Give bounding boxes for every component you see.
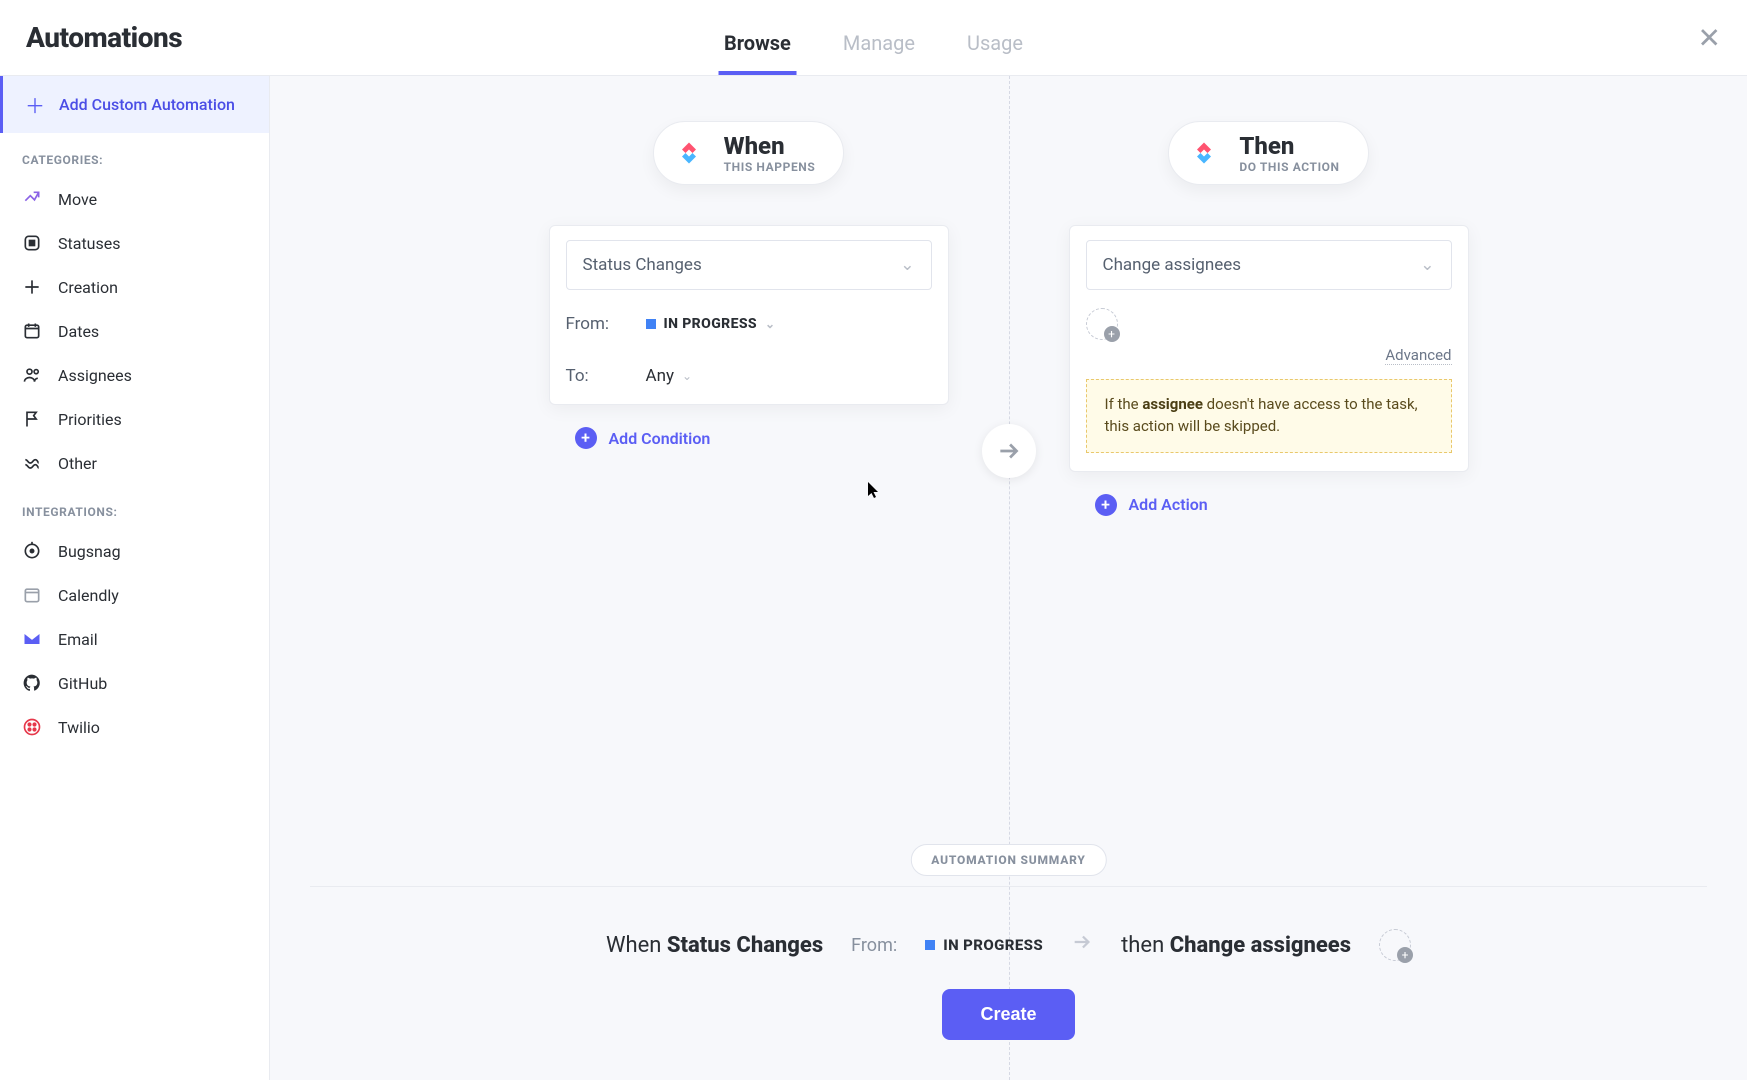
then-card: Change assignees ⌄ Advanced If the assig… — [1069, 225, 1469, 472]
twilio-icon — [22, 717, 42, 737]
dates-icon — [22, 321, 42, 341]
tab-browse[interactable]: Browse — [718, 31, 797, 75]
from-status-select[interactable]: IN PROGRESS ⌄ — [646, 316, 776, 332]
when-title: When — [724, 132, 816, 160]
summary-from-value: IN PROGRESS — [943, 936, 1043, 954]
when-column: When THIS HAPPENS Status Changes ⌄ From:… — [549, 121, 949, 449]
status-color-swatch — [925, 940, 935, 950]
sidebar-item-twilio[interactable]: Twilio — [0, 705, 269, 749]
from-status-value: IN PROGRESS — [664, 316, 758, 332]
create-button[interactable]: Create — [942, 989, 1074, 1040]
to-label: To: — [566, 366, 618, 386]
move-icon — [22, 189, 42, 209]
summary-when-word: When — [606, 933, 661, 958]
add-action-label: Add Action — [1129, 495, 1208, 514]
sidebar-item-label: Email — [58, 630, 98, 649]
advanced-link[interactable]: Advanced — [1385, 346, 1451, 365]
add-custom-label: Add Custom Automation — [59, 95, 235, 114]
summary-action: Change assignees — [1170, 933, 1351, 958]
when-subtitle: THIS HAPPENS — [724, 160, 816, 174]
trigger-select[interactable]: Status Changes ⌄ — [566, 240, 932, 290]
arrow-right-icon — [1071, 931, 1093, 959]
automation-summary: AUTOMATION SUMMARY When Status Changes F… — [270, 862, 1747, 1080]
sidebar-item-label: Dates — [58, 322, 99, 341]
plus-circle-icon: + — [575, 427, 597, 449]
plus-icon: ＋ — [25, 90, 45, 119]
sidebar-item-email[interactable]: Email — [0, 617, 269, 661]
sidebar-item-assignees[interactable]: Assignees — [0, 353, 269, 397]
summary-label: AUTOMATION SUMMARY — [910, 844, 1106, 876]
sidebar-item-statuses[interactable]: Statuses — [0, 221, 269, 265]
to-status-select[interactable]: Any ⌄ — [646, 366, 693, 386]
calendly-icon — [22, 585, 42, 605]
then-title: Then — [1239, 132, 1339, 160]
sidebar-item-bugsnag[interactable]: Bugsnag — [0, 529, 269, 573]
sidebar-item-move[interactable]: Move — [0, 177, 269, 221]
add-action-button[interactable]: + Add Action — [1069, 494, 1208, 516]
sidebar-item-label: GitHub — [58, 674, 107, 693]
sidebar-item-label: Move — [58, 190, 97, 209]
sidebar-item-github[interactable]: GitHub — [0, 661, 269, 705]
sidebar-item-label: Creation — [58, 278, 118, 297]
automation-builder: When THIS HAPPENS Status Changes ⌄ From:… — [270, 76, 1747, 1080]
assignee-picker[interactable] — [1086, 308, 1118, 340]
clickup-logo-icon — [670, 134, 708, 172]
header: Automations Browse Manage Usage ✕ — [0, 0, 1747, 76]
sidebar-item-label: Twilio — [58, 718, 100, 737]
priorities-icon — [22, 409, 42, 429]
sidebar: ＋ Add Custom Automation CATEGORIES: Move… — [0, 76, 270, 1080]
sidebar-item-label: Bugsnag — [58, 542, 121, 561]
categories-heading: CATEGORIES: — [0, 133, 269, 177]
summary-from-label: From: — [851, 935, 897, 956]
chevron-down-icon: ⌄ — [765, 317, 775, 331]
add-condition-label: Add Condition — [609, 429, 711, 448]
email-icon — [22, 629, 42, 649]
when-card: Status Changes ⌄ From: IN PROGRESS ⌄ To: — [549, 225, 949, 405]
sidebar-item-label: Statuses — [58, 234, 121, 253]
tab-usage[interactable]: Usage — [961, 31, 1029, 75]
creation-icon — [22, 277, 42, 297]
then-column: Then DO THIS ACTION Change assignees ⌄ A… — [1069, 121, 1469, 516]
chevron-down-icon: ⌄ — [1420, 255, 1434, 275]
then-header: Then DO THIS ACTION — [1168, 121, 1368, 185]
to-status-value: Any — [646, 366, 675, 386]
sidebar-item-other[interactable]: Other — [0, 441, 269, 485]
when-header: When THIS HAPPENS — [653, 121, 845, 185]
sidebar-item-creation[interactable]: Creation — [0, 265, 269, 309]
close-icon[interactable]: ✕ — [1698, 21, 1721, 54]
summary-then-word: then — [1121, 933, 1164, 958]
status-color-swatch — [646, 319, 656, 329]
sidebar-item-label: Priorities — [58, 410, 122, 429]
action-select-value: Change assignees — [1103, 255, 1242, 275]
sidebar-item-label: Calendly — [58, 586, 119, 605]
assignees-icon — [22, 365, 42, 385]
summary-from-status: IN PROGRESS — [925, 936, 1043, 954]
clickup-logo-icon — [1185, 134, 1223, 172]
sidebar-item-dates[interactable]: Dates — [0, 309, 269, 353]
plus-circle-icon: + — [1095, 494, 1117, 516]
then-subtitle: DO THIS ACTION — [1239, 160, 1339, 174]
statuses-icon — [22, 233, 42, 253]
github-icon — [22, 673, 42, 693]
add-condition-button[interactable]: + Add Condition — [549, 427, 711, 449]
bugsnag-icon — [22, 541, 42, 561]
chevron-down-icon: ⌄ — [682, 369, 692, 383]
summary-trigger: Status Changes — [667, 933, 823, 958]
sidebar-item-label: Assignees — [58, 366, 132, 385]
sidebar-item-calendly[interactable]: Calendly — [0, 573, 269, 617]
chevron-down-icon: ⌄ — [900, 255, 914, 275]
other-icon — [22, 453, 42, 473]
from-label: From: — [566, 314, 618, 334]
assignee-access-warning: If the assignee doesn't have access to t… — [1086, 379, 1452, 453]
sidebar-item-label: Other — [58, 454, 97, 473]
tabs: Browse Manage Usage — [718, 0, 1029, 75]
integrations-heading: INTEGRATIONS: — [0, 485, 269, 529]
tab-manage[interactable]: Manage — [837, 31, 921, 75]
page-title: Automations — [26, 21, 182, 54]
action-select[interactable]: Change assignees ⌄ — [1086, 240, 1452, 290]
add-custom-automation-button[interactable]: ＋ Add Custom Automation — [0, 76, 269, 133]
trigger-select-value: Status Changes — [583, 255, 702, 275]
summary-assignee-picker[interactable] — [1379, 929, 1411, 961]
sidebar-item-priorities[interactable]: Priorities — [0, 397, 269, 441]
